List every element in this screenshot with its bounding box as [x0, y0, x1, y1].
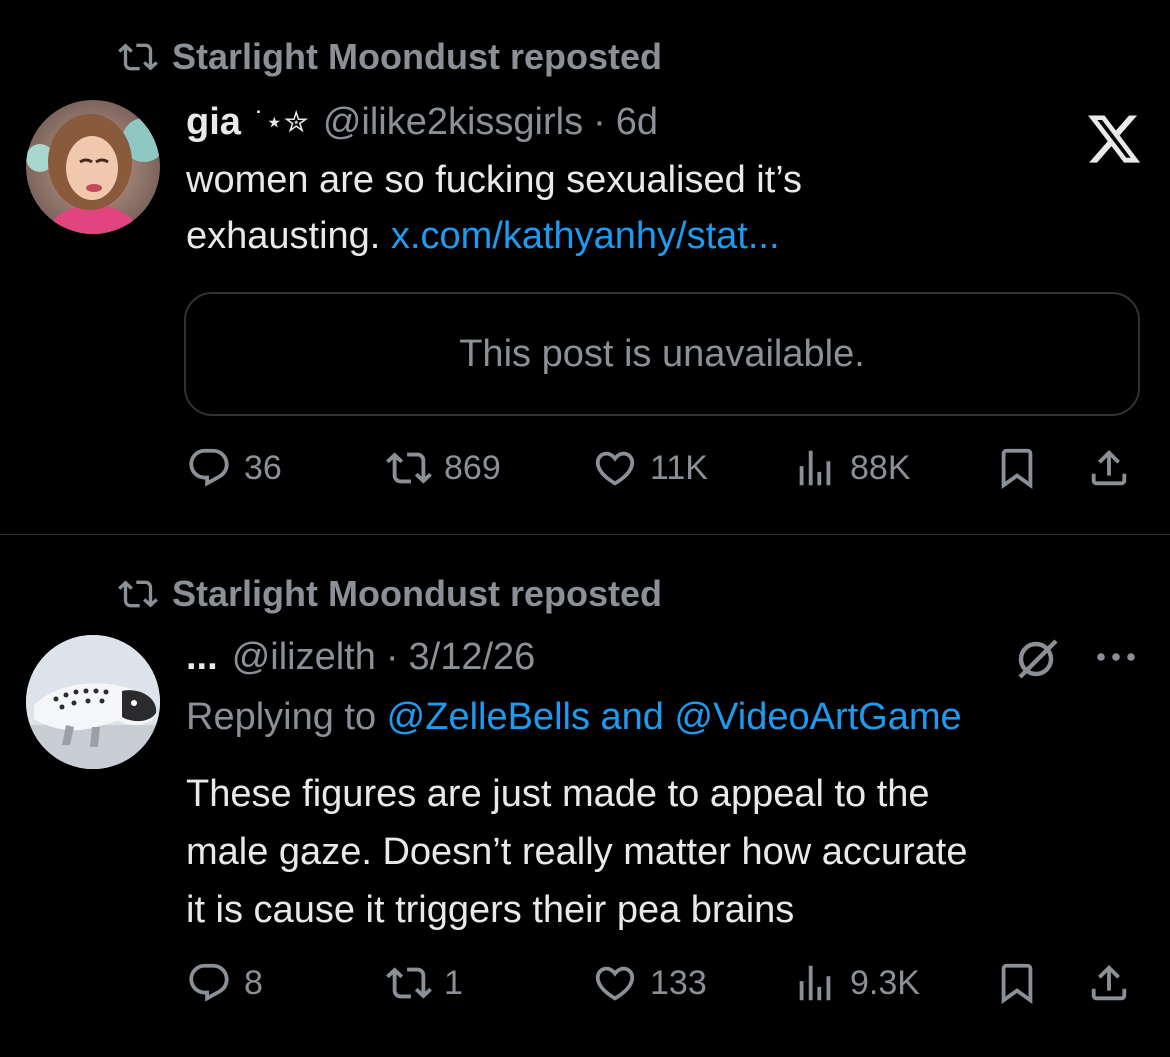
post-text: women are so fucking sexualised it’s exh…	[186, 152, 802, 264]
repost-button[interactable]: 1	[386, 953, 463, 1013]
views-count: 9.3K	[850, 963, 920, 1002]
separator: ·	[593, 100, 606, 143]
x-logo-icon[interactable]	[1085, 110, 1143, 168]
views-button[interactable]: 9.3K	[792, 953, 920, 1013]
like-icon	[592, 960, 638, 1006]
avatar[interactable]	[26, 100, 160, 234]
quoted-link[interactable]: x.com/kathyanhy/stat...	[391, 215, 780, 257]
quote-unavailable-text: This post is unavailable.	[459, 332, 865, 375]
reply-count: 36	[244, 448, 282, 487]
author-name[interactable]: ...	[186, 636, 218, 679]
repost-count: 1	[444, 963, 463, 1002]
repost-label: Starlight Moondust reposted	[172, 36, 662, 77]
more-icon[interactable]	[1094, 645, 1138, 669]
like-count: 11K	[650, 448, 708, 487]
like-icon	[592, 445, 638, 491]
bookmark-button[interactable]	[994, 953, 1040, 1013]
views-button[interactable]: 88K	[792, 438, 911, 498]
post-text-part: exhausting.	[186, 215, 391, 257]
action-bar: 8 1 133 9.3K	[186, 953, 1140, 1013]
reply-icon	[186, 960, 232, 1006]
share-button[interactable]	[1086, 953, 1132, 1013]
separator: ·	[385, 635, 399, 678]
repost-icon	[118, 37, 158, 77]
post-2[interactable]: Starlight Moondust reposted ... @ilizelt…	[0, 535, 1170, 1057]
post-text-line-1: These figures are just made to appeal to…	[186, 773, 930, 815]
bookmark-icon	[994, 445, 1040, 491]
mention-videoartgame[interactable]: @VideoArtGame	[675, 696, 962, 739]
like-count: 133	[650, 963, 707, 1002]
views-icon	[792, 445, 838, 491]
reply-button[interactable]: 36	[186, 438, 282, 498]
reply-button[interactable]: 8	[186, 953, 263, 1013]
like-button[interactable]: 11K	[592, 438, 708, 498]
replying-to: Replying to @ZelleBells and @VideoArtGam…	[186, 691, 962, 743]
like-button[interactable]: 133	[592, 953, 707, 1013]
repost-icon	[118, 574, 158, 614]
post-text: These figures are just made to appeal to…	[186, 765, 967, 939]
replying-prefix: Replying to	[186, 695, 387, 738]
post-time[interactable]: 6d	[616, 101, 658, 144]
author-decoration: ˙⋆✮	[254, 105, 309, 139]
action-bar: 36 869 11K 88K	[186, 438, 1140, 498]
repost-icon	[386, 445, 432, 491]
repost-context: Starlight Moondust reposted	[118, 573, 662, 615]
author-handle[interactable]: @ilike2kissgirls	[323, 101, 583, 144]
share-button[interactable]	[1086, 438, 1132, 498]
post-text-line-2: exhausting. x.com/kathyanhy/stat...	[186, 208, 802, 264]
views-count: 88K	[850, 448, 911, 487]
reply-icon	[186, 445, 232, 491]
quoted-post-unavailable[interactable]: This post is unavailable.	[184, 292, 1140, 416]
repost-icon	[386, 960, 432, 1006]
views-icon	[792, 960, 838, 1006]
post-time[interactable]: 3/12/26	[409, 636, 536, 679]
repost-count: 869	[444, 448, 501, 487]
share-icon	[1086, 960, 1132, 1006]
bookmark-icon	[994, 960, 1040, 1006]
replying-and: and	[589, 695, 675, 738]
mention-zellebells[interactable]: @ZelleBells	[387, 696, 590, 739]
grok-icon[interactable]	[1014, 635, 1062, 683]
post-text-line-2: male gaze. Doesn’t really matter how acc…	[186, 831, 968, 873]
author-handle[interactable]: @ilizelth	[232, 636, 376, 679]
repost-label: Starlight Moondust reposted	[172, 573, 662, 614]
avatar[interactable]	[26, 635, 160, 769]
post-text-line-1: women are so fucking sexualised it’s	[186, 159, 803, 201]
post-header: gia ˙⋆✮ @ilike2kissgirls · 6d	[186, 96, 658, 148]
share-icon	[1086, 445, 1132, 491]
post-header: ... @ilizelth · 3/12/26	[186, 631, 535, 683]
repost-button[interactable]: 869	[386, 438, 501, 498]
author-name[interactable]: gia	[186, 101, 241, 144]
post-text-line-3: it is cause it triggers their pea brains	[186, 889, 795, 931]
bookmark-button[interactable]	[994, 438, 1040, 498]
reply-count: 8	[244, 963, 263, 1002]
repost-context: Starlight Moondust reposted	[118, 36, 662, 78]
post-1[interactable]: Starlight Moondust reposted gia ˙⋆✮ @ili…	[0, 0, 1170, 534]
